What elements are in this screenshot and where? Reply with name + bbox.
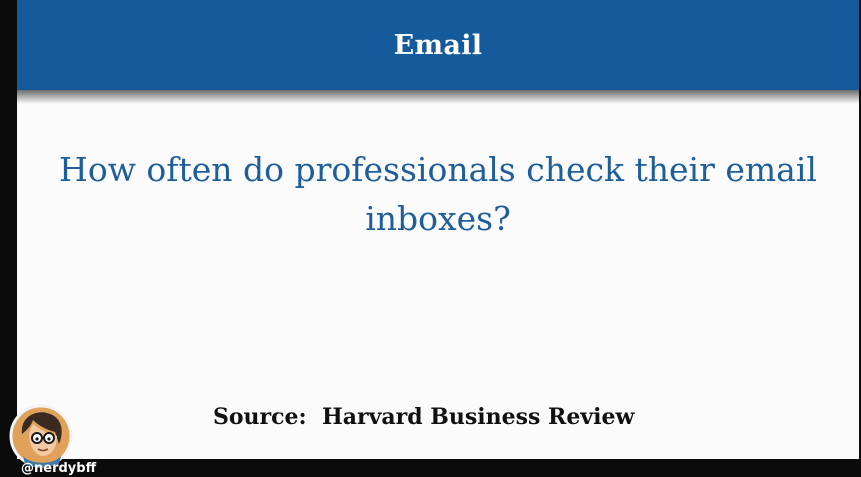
slide-source: Source: Harvard Business Review bbox=[213, 404, 635, 430]
watermark-handle: @nerdybff bbox=[21, 461, 97, 476]
slide-header: Email bbox=[17, 0, 859, 90]
presentation-frame: Email How often do professionals check t… bbox=[0, 0, 861, 477]
slide-question: How often do professionals check their e… bbox=[59, 150, 817, 238]
header-shadow bbox=[17, 90, 859, 104]
slide-title: Email bbox=[393, 29, 483, 61]
cartoon-avatar-icon bbox=[9, 404, 73, 468]
slide: Email How often do professionals check t… bbox=[17, 0, 859, 459]
